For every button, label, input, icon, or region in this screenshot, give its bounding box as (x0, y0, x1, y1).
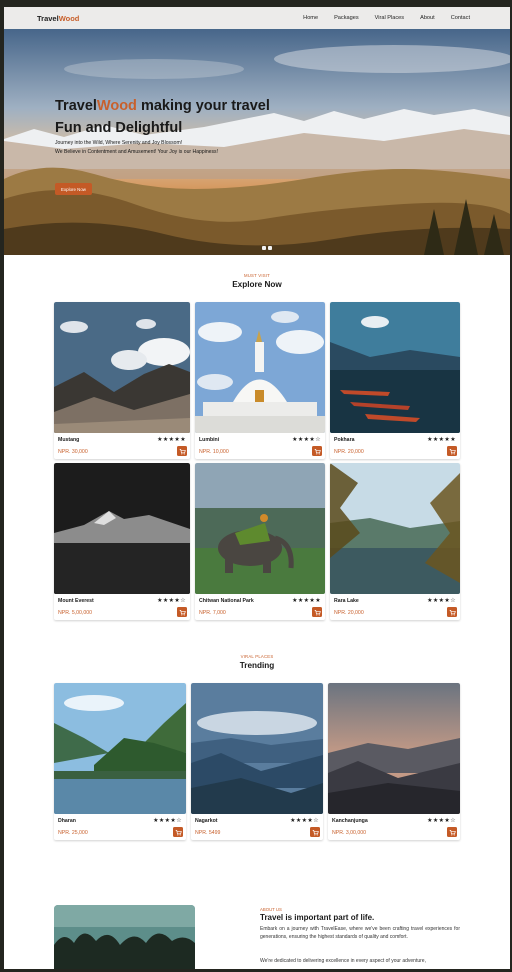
nav-link-home[interactable]: Home (303, 15, 318, 21)
place-photo-nagarkot (191, 683, 323, 814)
place-price: NPR. 20,000 (334, 610, 364, 616)
hero-subtitle-line2: We Believe in Contentment and Amusement!… (55, 148, 218, 155)
place-name: Rara Lake (334, 598, 359, 604)
nav-link-viral-places[interactable]: Viral Places (375, 15, 404, 21)
place-name: Chitwan National Park (199, 598, 254, 604)
place-card[interactable]: Chitwan National Park ★★★★★ NPR. 7,000 (195, 463, 325, 620)
place-name: Dharan (58, 818, 76, 824)
cart-icon (179, 609, 186, 616)
cart-icon (179, 448, 186, 455)
star-rating: ★★★★☆ (427, 598, 456, 604)
place-name: Lumbini (199, 437, 220, 443)
logo[interactable]: TravelWood (37, 14, 79, 23)
trending-card[interactable]: Nagarkot ★★★★☆ NPR. 5499 (191, 683, 323, 840)
trending-title: Trending (239, 661, 275, 670)
star-rating: ★★★★☆ (290, 818, 319, 824)
logo-accent: Wood (58, 13, 80, 23)
add-to-cart-button[interactable] (312, 446, 322, 456)
nav-link-about[interactable]: About (420, 15, 435, 21)
add-to-cart-button[interactable] (173, 827, 183, 837)
about-eyebrow: ABOUT US (260, 907, 282, 912)
hero-subtitle: Journey into the Wild, Where Serenity an… (55, 139, 315, 156)
cart-icon (312, 829, 319, 836)
place-card[interactable]: Rara Lake ★★★★☆ NPR. 20,000 (330, 463, 460, 620)
add-to-cart-button[interactable] (177, 446, 187, 456)
place-price: NPR. 7,000 (199, 610, 226, 616)
place-name: Mount Everest (58, 598, 94, 604)
star-rating: ★★★★☆ (292, 437, 321, 443)
about-title: Travel is important part of life. (260, 913, 375, 922)
place-price: NPR. 25,000 (58, 830, 88, 836)
about-paragraph: We're dedicated to delivering excellence… (260, 958, 426, 964)
explore-title: Explore Now (232, 280, 282, 289)
nav-link-packages[interactable]: Packages (334, 15, 359, 21)
hero-banner: TravelWood making your travel Fun and De… (4, 29, 510, 255)
navbar: TravelWood Home Packages Viral Places Ab… (4, 7, 510, 29)
add-to-cart-button[interactable] (447, 827, 457, 837)
place-price: NPR. 30,000 (58, 449, 88, 455)
place-name: Kanchanjunga (332, 818, 368, 824)
cart-icon (449, 609, 456, 616)
place-photo-mustang (54, 302, 190, 433)
place-photo-chitwan (195, 463, 325, 594)
place-card[interactable]: Pokhara ★★★★★ NPR. 20,000 (330, 302, 460, 459)
page: TravelWood Home Packages Viral Places Ab… (4, 7, 510, 969)
place-photo-kanchanjunga (328, 683, 460, 814)
explore-now-button[interactable]: Explore Now (55, 183, 92, 195)
star-rating: ★★★★☆ (153, 818, 182, 824)
place-photo-lumbini (195, 302, 325, 433)
hero-title-accent: Wood (96, 98, 137, 114)
add-to-cart-button[interactable] (177, 607, 187, 617)
about-image (54, 905, 195, 969)
nav-link-contact[interactable]: Contact (451, 15, 470, 21)
add-to-cart-button[interactable] (312, 607, 322, 617)
place-name: Nagarkot (195, 818, 218, 824)
explore-eyebrow: MUST VISIT (243, 273, 271, 278)
place-price: NPR. 3,00,000 (332, 830, 367, 836)
hero-title-part1: Travel (55, 98, 97, 114)
nav-links: Home Packages Viral Places About Contact (287, 15, 470, 21)
carousel-dots (262, 246, 272, 250)
hero-subtitle-line1: Journey into the Wild, Where Serenity an… (55, 140, 183, 146)
place-price: NPR. 5499 (195, 830, 221, 836)
hero-title: TravelWood making your travel Fun and De… (55, 95, 295, 139)
logo-main: Travel (37, 13, 59, 23)
trending-card[interactable]: Kanchanjunga ★★★★☆ NPR. 3,00,000 (328, 683, 460, 840)
cart-icon (175, 829, 182, 836)
place-price: NPR. 20,000 (334, 449, 364, 455)
place-name: Pokhara (334, 437, 355, 443)
carousel-dot[interactable] (262, 246, 266, 250)
cart-icon (449, 448, 456, 455)
add-to-cart-button[interactable] (310, 827, 320, 837)
carousel-dot[interactable] (268, 246, 272, 250)
place-photo-mount-everest (54, 463, 190, 594)
star-rating: ★★★★★ (157, 437, 186, 443)
trending-eyebrow: VIRAL PLACES (240, 654, 274, 659)
place-card[interactable]: Mustang ★★★★★ NPR. 30,000 (54, 302, 190, 459)
add-to-cart-button[interactable] (447, 446, 457, 456)
add-to-cart-button[interactable] (447, 607, 457, 617)
place-photo-dharan (54, 683, 186, 814)
cart-icon (314, 448, 321, 455)
star-rating: ★★★★☆ (427, 818, 456, 824)
place-price: NPR. 10,000 (199, 449, 229, 455)
star-rating: ★★★★★ (292, 598, 321, 604)
place-card[interactable]: Lumbini ★★★★☆ NPR. 10,000 (195, 302, 325, 459)
place-card[interactable]: Mount Everest ★★★★☆ NPR. 5,00,000 (54, 463, 190, 620)
cart-icon (449, 829, 456, 836)
trending-card[interactable]: Dharan ★★★★☆ NPR. 25,000 (54, 683, 186, 840)
about-paragraph: Embark on a journey with TravelEase, whe… (260, 926, 460, 940)
place-name: Mustang (58, 437, 80, 443)
star-rating: ★★★★★ (427, 437, 456, 443)
place-price: NPR. 5,00,000 (58, 610, 93, 616)
place-photo-rara-lake (330, 463, 460, 594)
place-photo-pokhara (330, 302, 460, 433)
star-rating: ★★★★☆ (157, 598, 186, 604)
cart-icon (314, 609, 321, 616)
